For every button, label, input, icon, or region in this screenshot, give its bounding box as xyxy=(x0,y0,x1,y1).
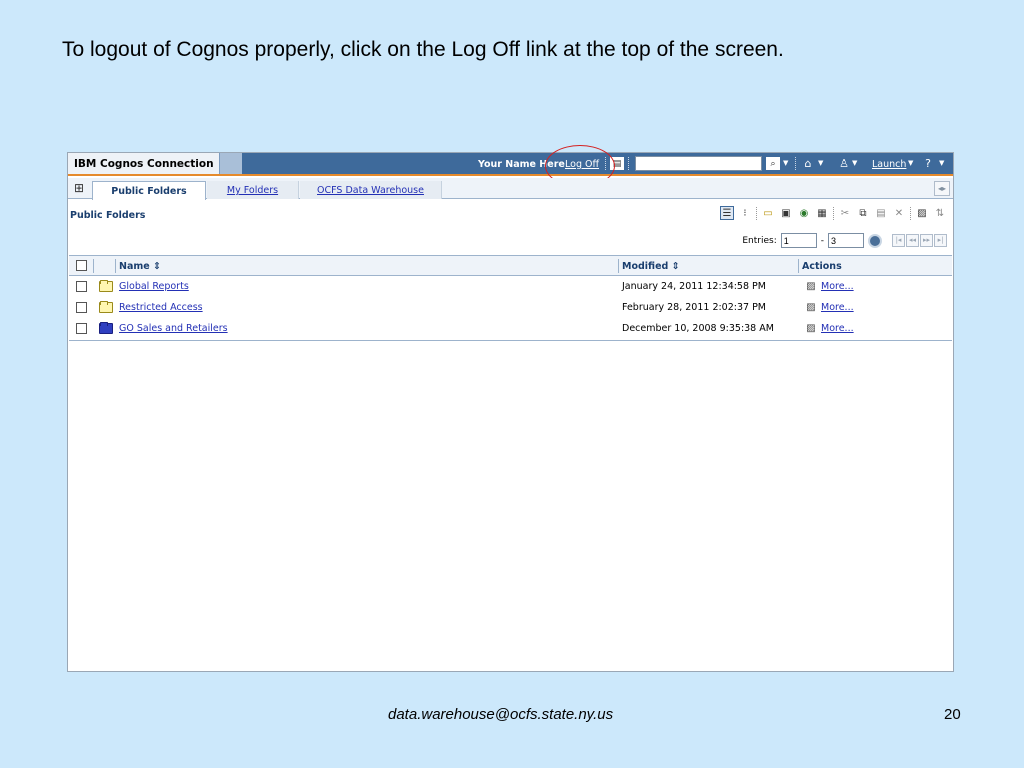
path-bar: Public Folders ☰ ⁝ ▭ ▣ ◉ ▦ ✂ ⧉ ▤ ✕ ▨ ⇅ xyxy=(68,200,953,230)
modified-date: January 24, 2011 12:34:58 PM xyxy=(622,281,766,292)
entries-dash: - xyxy=(820,235,824,246)
home-icon[interactable]: ⌂ xyxy=(801,156,815,171)
column-separator xyxy=(618,259,619,273)
more-actions-link[interactable]: More... xyxy=(821,281,854,292)
sort-icon[interactable]: ⇕ xyxy=(153,261,161,272)
banner-spacer xyxy=(220,153,242,174)
table-row: Restricted Access February 28, 2011 2:02… xyxy=(69,298,952,319)
tab-label: Public Folders xyxy=(111,186,187,197)
banner-separator xyxy=(795,157,796,170)
search-options-icon[interactable]: ⌕ xyxy=(766,157,780,170)
help-icon[interactable]: ? xyxy=(921,156,935,171)
delete-icon[interactable]: ✕ xyxy=(892,206,906,220)
slide-title: To logout of Cognos properly, click on t… xyxy=(62,38,784,61)
tab-label: OCFS Data Warehouse xyxy=(317,185,424,196)
list-view-icon[interactable]: ⁝ xyxy=(738,206,752,220)
entry-name-link[interactable]: Restricted Access xyxy=(119,302,203,313)
set-properties-icon[interactable]: ▨ xyxy=(804,301,818,314)
banner-separator xyxy=(628,157,629,170)
entries-to-input[interactable] xyxy=(828,233,864,248)
first-page-icon[interactable]: |◂ xyxy=(892,234,905,247)
new-folder-icon[interactable]: ▭ xyxy=(761,206,775,220)
column-header-modified[interactable]: Modified ⇕ xyxy=(622,261,680,272)
chevron-down-icon[interactable]: ▼ xyxy=(939,159,944,167)
column-header-actions: Actions xyxy=(802,261,842,272)
folder-icon xyxy=(99,280,113,292)
banner: IBM Cognos Connection Your Name Here Log… xyxy=(68,145,953,187)
modified-date: February 28, 2011 2:02:37 PM xyxy=(622,302,767,313)
new-url-icon[interactable]: ◉ xyxy=(797,206,811,220)
set-properties-icon[interactable]: ▨ xyxy=(804,322,818,335)
previous-page-icon[interactable]: ◂◂ xyxy=(906,234,919,247)
chevron-down-icon[interactable]: ▼ xyxy=(852,159,857,167)
toolbar-separator xyxy=(910,206,911,220)
entries-control: Entries: - |◂ ◂◂ ▸▸ ▸| xyxy=(742,233,947,248)
set-properties-icon[interactable]: ▨ xyxy=(804,280,818,293)
pager: |◂ ◂◂ ▸▸ ▸| xyxy=(892,234,947,247)
table-row: GO Sales and Retailers December 10, 2008… xyxy=(69,319,952,340)
order-icon[interactable]: ⇅ xyxy=(933,206,947,220)
entries-from-input[interactable] xyxy=(780,233,817,248)
copy-icon[interactable]: ⧉ xyxy=(856,206,870,220)
chevron-down-icon[interactable]: ▼ xyxy=(818,159,823,167)
tab-public-folders[interactable]: Public Folders xyxy=(92,181,206,200)
app-name: IBM Cognos Connection xyxy=(68,153,220,174)
log-off-link[interactable]: Log Off xyxy=(565,159,599,170)
launch-menu[interactable]: Launch xyxy=(872,159,906,170)
user-icon[interactable]: ♙ xyxy=(837,156,851,171)
chevron-down-icon[interactable]: ▼ xyxy=(908,159,913,167)
more-actions-link[interactable]: More... xyxy=(821,302,854,313)
column-header-name[interactable]: Name ⇕ xyxy=(119,261,161,272)
row-checkbox[interactable] xyxy=(76,323,87,334)
column-separator xyxy=(93,259,94,273)
modified-date: December 10, 2008 9:35:38 AM xyxy=(622,323,774,334)
set-properties-icon[interactable]: ▨ xyxy=(915,206,929,220)
go-button[interactable] xyxy=(868,233,882,248)
entries-label: Entries: xyxy=(742,235,777,246)
column-separator xyxy=(798,259,799,273)
sort-icon[interactable]: ⇕ xyxy=(672,261,680,272)
tab-menu-icon[interactable]: ⊞ xyxy=(71,181,87,195)
next-page-icon[interactable]: ▸▸ xyxy=(920,234,933,247)
table-row: Global Reports January 24, 2011 12:34:58… xyxy=(69,277,952,298)
new-page-icon[interactable]: ▦ xyxy=(815,206,829,220)
tab-scroll-arrows[interactable]: ◂▸ xyxy=(934,181,950,196)
entry-name-link[interactable]: Global Reports xyxy=(119,281,189,292)
details-view-icon[interactable]: ☰ xyxy=(720,206,734,220)
new-job-icon[interactable]: ▣ xyxy=(779,206,793,220)
toolbar-separator xyxy=(833,206,834,220)
table-header: Name ⇕ Modified ⇕ Actions xyxy=(69,255,952,276)
cut-icon[interactable]: ✂ xyxy=(838,206,852,220)
page-title: Public Folders xyxy=(70,210,146,221)
folder-icon xyxy=(99,301,113,313)
cognos-connection-window: IBM Cognos Connection Your Name Here Log… xyxy=(67,145,954,672)
footer-email: data.warehouse@ocfs.state.ny.us xyxy=(388,706,614,723)
select-all-checkbox[interactable] xyxy=(76,260,87,271)
page-number: 20 xyxy=(944,706,961,723)
paste-icon[interactable]: ▤ xyxy=(874,206,888,220)
tab-label: My Folders xyxy=(226,185,279,196)
user-name: Your Name Here xyxy=(478,159,565,170)
toolbar-separator xyxy=(756,206,757,220)
chevron-down-icon[interactable]: ▼ xyxy=(783,159,788,167)
row-checkbox[interactable] xyxy=(76,281,87,292)
tab-bar: ⊞ Public Folders My Folders OCFS Data Wa… xyxy=(68,178,953,200)
table-bottom-border xyxy=(69,340,952,341)
tab-ocfs-data-warehouse[interactable]: OCFS Data Warehouse xyxy=(300,181,442,199)
toolbar: ☰ ⁝ ▭ ▣ ◉ ▦ ✂ ⧉ ▤ ✕ ▨ ⇅ xyxy=(720,206,947,220)
tab-my-folders[interactable]: My Folders xyxy=(207,181,299,199)
entry-name-link[interactable]: GO Sales and Retailers xyxy=(119,323,228,334)
my-area-icon[interactable]: ▤ xyxy=(610,157,624,170)
package-folder-icon xyxy=(99,322,113,334)
more-actions-link[interactable]: More... xyxy=(821,323,854,334)
row-checkbox[interactable] xyxy=(76,302,87,313)
search-input[interactable] xyxy=(635,156,762,171)
last-page-icon[interactable]: ▸| xyxy=(934,234,947,247)
column-separator xyxy=(115,259,116,273)
banner-separator xyxy=(605,157,606,170)
